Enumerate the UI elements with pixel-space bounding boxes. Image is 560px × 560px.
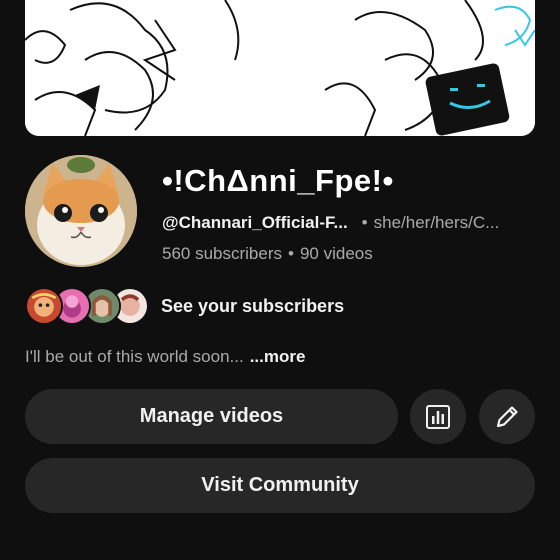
see-subscribers-label: See your subscribers [161, 295, 345, 316]
analytics-icon [426, 404, 450, 429]
channel-name: •!ChΔnni_Fpe!• [162, 163, 394, 198]
visit-community-label: Visit Community [201, 474, 359, 496]
subscriber-avatars [25, 286, 149, 326]
channel-avatar[interactable] [25, 155, 137, 267]
more-link[interactable]: ...more [250, 347, 306, 366]
manage-videos-button[interactable]: Manage videos [25, 389, 398, 444]
channel-handle[interactable]: @Channari_Official-F... [162, 213, 348, 233]
subscriber-avatar [25, 287, 63, 325]
pencil-icon [496, 405, 518, 427]
channel-pronouns: • she/her/hers/C... [362, 213, 500, 233]
see-subscribers-row[interactable]: See your subscribers [25, 286, 525, 326]
video-count: 90 videos [299, 244, 373, 263]
pronouns-text: she/her/hers/C... [373, 213, 500, 232]
channel-stats: 560 subscribers • 90 videos [162, 244, 373, 264]
channel-description[interactable]: I'll be out of this world soon... ...more [25, 347, 305, 367]
separator-dot: • [361, 213, 368, 232]
description-text: I'll be out of this world soon... [25, 347, 244, 366]
analytics-button[interactable] [410, 389, 466, 444]
visit-community-button[interactable]: Visit Community [25, 458, 535, 513]
edit-channel-button[interactable] [479, 389, 535, 444]
manage-videos-label: Manage videos [139, 405, 284, 427]
channel-banner [25, 0, 535, 136]
subscriber-count: 560 subscribers [162, 244, 283, 263]
channel-handle-row[interactable]: @Channari_Official-F... • she/her/hers/C.… [162, 213, 542, 233]
separator-dot: • [288, 244, 294, 263]
